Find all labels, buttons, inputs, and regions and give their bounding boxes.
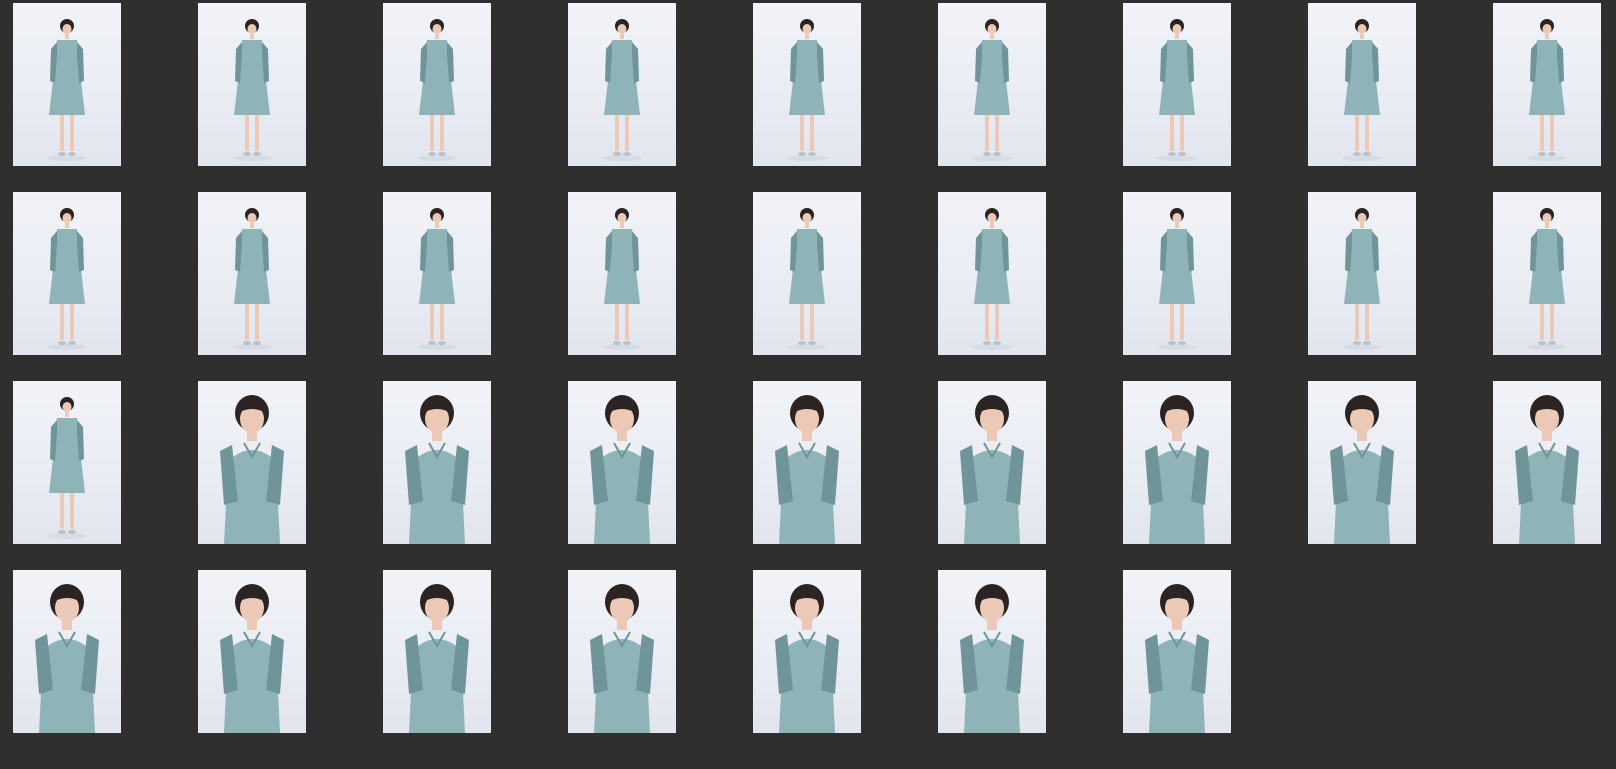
photo-image xyxy=(1342,208,1382,350)
photo-image xyxy=(405,584,469,733)
photo-thumbnail[interactable] xyxy=(938,192,1046,355)
photo-image xyxy=(602,208,642,350)
photo-thumbnail[interactable] xyxy=(1308,192,1416,355)
photo-thumbnail[interactable] xyxy=(1123,192,1231,355)
photo-image xyxy=(220,584,284,733)
photo-image xyxy=(602,19,642,161)
photo-thumbnail[interactable] xyxy=(1493,381,1601,544)
photo-grid xyxy=(13,3,1601,733)
photo-image xyxy=(1145,395,1209,544)
photo-image xyxy=(590,395,654,544)
photo-thumbnail[interactable] xyxy=(1123,381,1231,544)
photo-image xyxy=(787,19,827,161)
photo-thumbnail[interactable] xyxy=(1308,381,1416,544)
photo-image xyxy=(972,19,1012,161)
photo-image xyxy=(47,397,87,539)
photo-image xyxy=(960,395,1024,544)
photo-thumbnail[interactable] xyxy=(198,3,306,166)
photo-image xyxy=(47,19,87,161)
photo-image xyxy=(220,395,284,544)
photo-thumbnail[interactable] xyxy=(1493,3,1601,166)
photo-thumbnail[interactable] xyxy=(383,3,491,166)
photo-thumbnail[interactable] xyxy=(753,3,861,166)
photo-thumbnail[interactable] xyxy=(383,570,491,733)
photo-thumbnail[interactable] xyxy=(938,381,1046,544)
photo-thumbnail[interactable] xyxy=(383,192,491,355)
photo-thumbnail[interactable] xyxy=(13,570,121,733)
photo-thumbnail[interactable] xyxy=(1308,3,1416,166)
photo-thumbnail[interactable] xyxy=(938,3,1046,166)
photo-image xyxy=(775,584,839,733)
photo-image xyxy=(972,208,1012,350)
photo-image xyxy=(1342,19,1382,161)
photo-image xyxy=(787,208,827,350)
photo-thumbnail[interactable] xyxy=(13,381,121,544)
photo-image xyxy=(417,19,457,161)
photo-thumbnail[interactable] xyxy=(198,570,306,733)
photo-image xyxy=(232,19,272,161)
photo-image xyxy=(1157,19,1197,161)
photo-image xyxy=(1515,395,1579,544)
photo-thumbnail[interactable] xyxy=(198,192,306,355)
photo-image xyxy=(1330,395,1394,544)
photo-image xyxy=(47,208,87,350)
photo-image xyxy=(35,584,99,733)
photo-image xyxy=(232,208,272,350)
photo-thumbnail[interactable] xyxy=(1123,570,1231,733)
photo-thumbnail[interactable] xyxy=(753,192,861,355)
photo-image xyxy=(590,584,654,733)
photo-image xyxy=(405,395,469,544)
photo-thumbnail[interactable] xyxy=(568,381,676,544)
photo-thumbnail[interactable] xyxy=(383,381,491,544)
photo-image xyxy=(1527,208,1567,350)
photo-image xyxy=(775,395,839,544)
photo-thumbnail[interactable] xyxy=(13,192,121,355)
photo-thumbnail[interactable] xyxy=(753,381,861,544)
photo-image xyxy=(960,584,1024,733)
photo-thumbnail[interactable] xyxy=(1493,192,1601,355)
photo-thumbnail[interactable] xyxy=(1123,3,1231,166)
photo-thumbnail[interactable] xyxy=(568,192,676,355)
photo-thumbnail[interactable] xyxy=(753,570,861,733)
photo-image xyxy=(1145,584,1209,733)
photo-image xyxy=(417,208,457,350)
photo-thumbnail[interactable] xyxy=(568,3,676,166)
photo-image xyxy=(1157,208,1197,350)
photo-image xyxy=(1527,19,1567,161)
photo-thumbnail[interactable] xyxy=(13,3,121,166)
photo-thumbnail[interactable] xyxy=(568,570,676,733)
photo-thumbnail[interactable] xyxy=(938,570,1046,733)
photo-thumbnail[interactable] xyxy=(198,381,306,544)
